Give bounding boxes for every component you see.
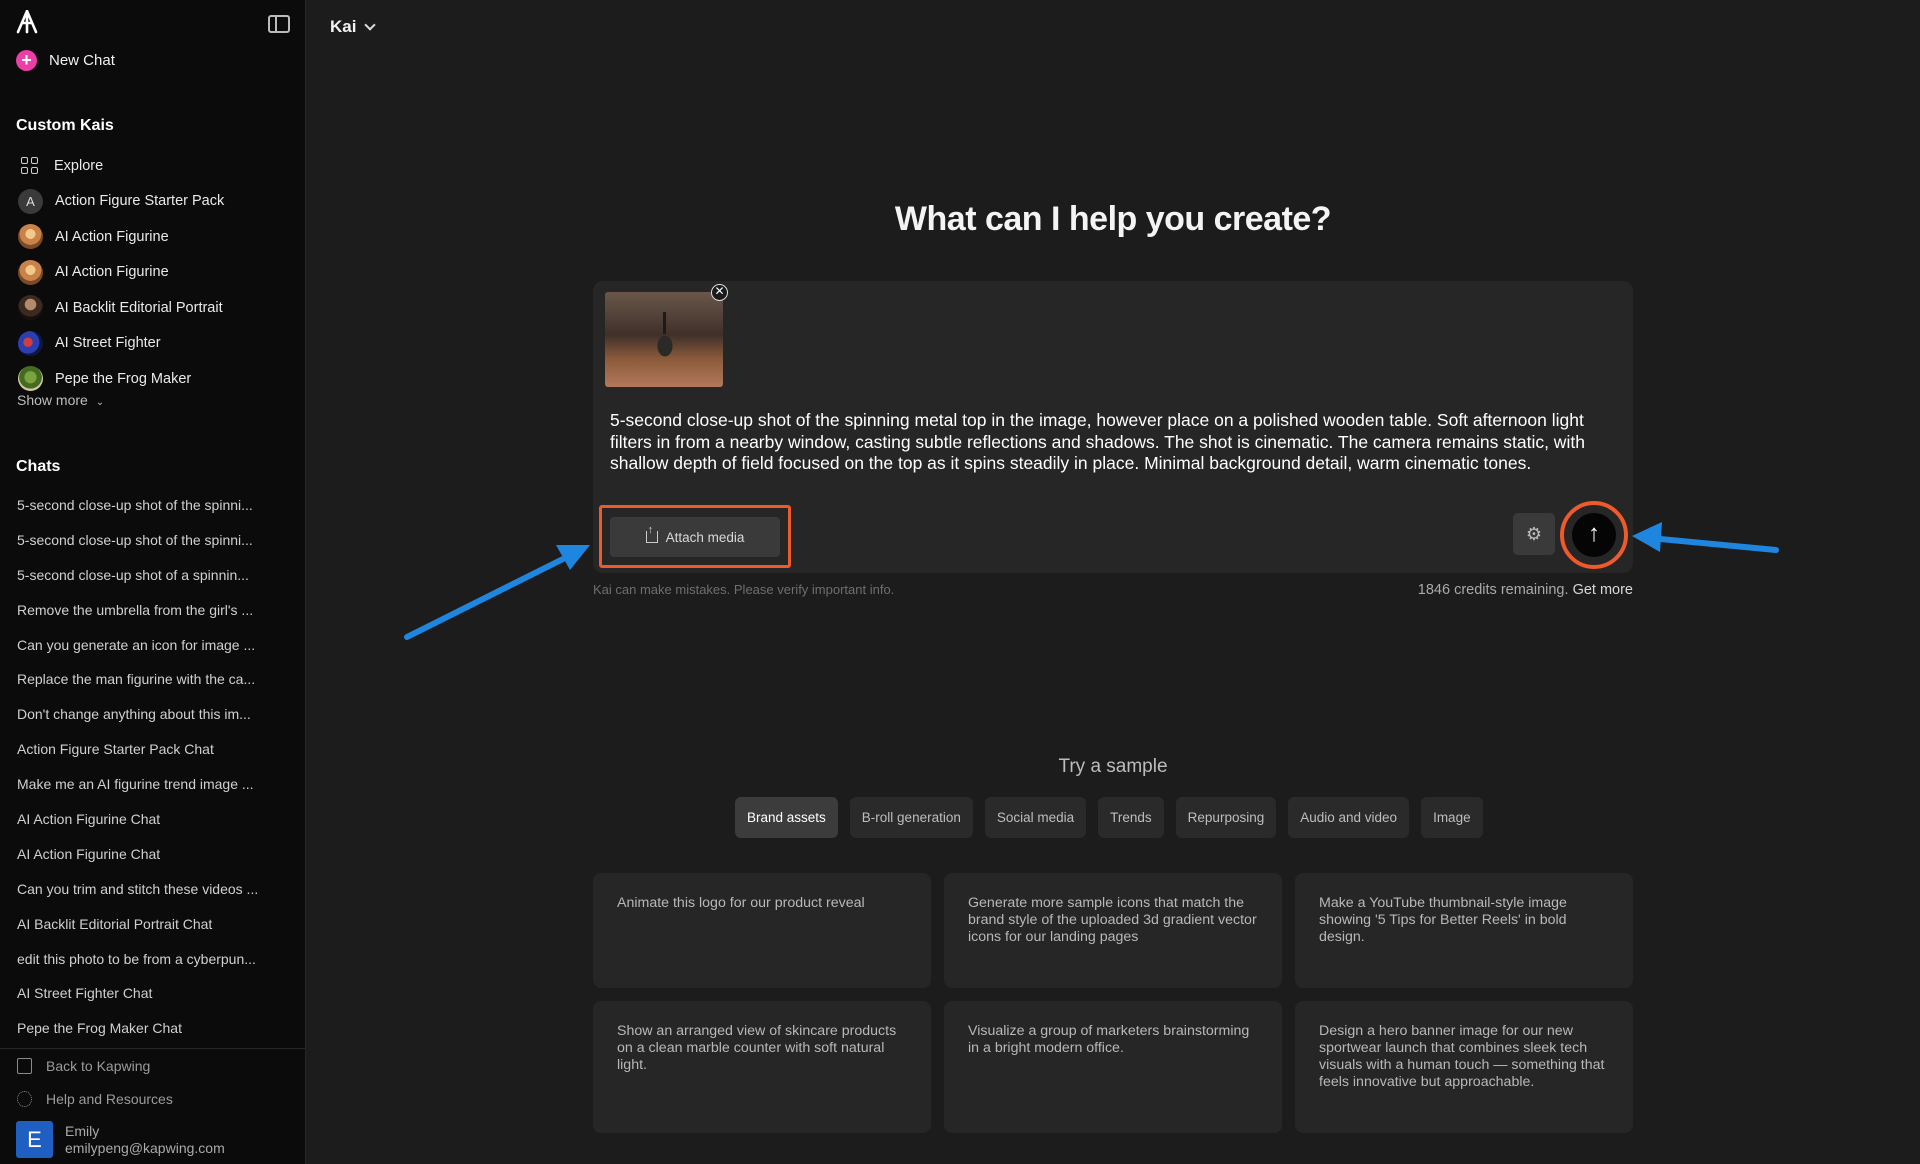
custom-kais-title: Custom Kais	[16, 117, 114, 134]
chat-item[interactable]: AI Backlit Editorial Portrait Chat	[17, 907, 297, 942]
sliders-settings-icon[interactable]: ⚙	[1513, 513, 1555, 555]
sidebar-item-label: AI Street Fighter	[55, 335, 161, 352]
user-email: emilypeng@kapwing.com	[65, 1139, 225, 1156]
user-name: Emily	[65, 1122, 100, 1139]
try-sample-title: Try a sample	[1058, 756, 1168, 777]
new-chat-button[interactable]: + New Chat	[16, 50, 115, 71]
disclaimer-text: Kai can make mistakes. Please verify imp…	[593, 582, 895, 597]
sidebar: + New Chat Custom Kais Explore A Action …	[0, 0, 306, 1164]
kai-model-select[interactable]: Kai	[330, 17, 377, 37]
sidebar-item-label: AI Action Figurine	[55, 228, 169, 245]
chevron-down-icon	[364, 18, 377, 31]
back-to-kapwing-label: Back to Kapwing	[46, 1058, 151, 1074]
chat-item[interactable]: Replace the man figurine with the ca...	[17, 662, 297, 697]
chat-item[interactable]: Make me an AI figurine trend image ...	[17, 767, 297, 802]
sidebar-item-label: AI Backlit Editorial Portrait	[55, 299, 223, 316]
sample-card[interactable]: Show an arranged view of skincare produc…	[593, 1001, 931, 1133]
tab-repurposing[interactable]: Repurposing	[1175, 797, 1277, 838]
upload-icon	[645, 524, 658, 543]
sample-card[interactable]: Design a hero banner image for our new s…	[1295, 1001, 1633, 1133]
chat-item[interactable]: Pepe the Frog Maker Chat	[17, 1011, 297, 1046]
kai-select-label: Kai	[330, 17, 357, 36]
sidebar-item-label: AI Action Figurine	[55, 264, 169, 281]
chat-item[interactable]: Don't change anything about this im...	[17, 697, 297, 732]
get-more-link[interactable]: Get more	[1573, 582, 1633, 598]
sidebar-item-kai[interactable]: AI Street Fighter	[18, 326, 298, 362]
sidebar-item-explore[interactable]: Explore	[18, 148, 298, 184]
tab-b-roll-generation[interactable]: B-roll generation	[849, 797, 973, 838]
chat-item[interactable]: 5-second close-up shot of a spinnin...	[17, 558, 297, 593]
sidebar-item-kai[interactable]: AI Backlit Editorial Portrait	[18, 290, 298, 326]
attach-media-label: Attach media	[665, 529, 745, 545]
attached-image-thumbnail[interactable]	[605, 292, 723, 387]
sidebar-item-label: Explore	[54, 157, 104, 174]
custom-kais-list: Explore A Action Figure Starter Pack AI …	[18, 148, 298, 397]
remove-attachment-close-icon[interactable]: ✕	[711, 284, 728, 301]
credits-status: 1846 credits remaining. Get more	[1200, 582, 1633, 598]
prompt-input[interactable]: 5-second close-up shot of the spinning m…	[610, 410, 1610, 475]
arrow-to-send-icon	[1632, 522, 1779, 553]
chat-item[interactable]: Action Figure Starter Pack Chat	[17, 732, 297, 767]
help-resources-label: Help and Resources	[46, 1091, 173, 1107]
arrow-to-attach-icon	[404, 545, 590, 640]
show-more-label: Show more	[17, 392, 88, 408]
chevron-down-icon: ⌄	[95, 397, 105, 408]
chat-item[interactable]: AI Action Figurine Chat	[17, 837, 297, 872]
chat-item[interactable]: 5-second close-up shot of the spinni...	[17, 523, 297, 558]
sample-cards: Animate this logo for our product reveal…	[593, 873, 1633, 1133]
sidebar-toggle-icon[interactable]	[268, 15, 290, 33]
tab-image[interactable]: Image	[1421, 797, 1483, 838]
sidebar-item-kai[interactable]: A Action Figure Starter Pack	[18, 184, 298, 220]
chats-title: Chats	[16, 458, 61, 475]
chat-item[interactable]: AI Action Figurine Chat	[17, 802, 297, 837]
kapwing-logo-icon[interactable]	[16, 10, 38, 34]
chat-item[interactable]: Can you generate an icon for image ...	[17, 628, 297, 663]
tab-audio-and-video[interactable]: Audio and video	[1288, 797, 1410, 838]
chat-item[interactable]: edit this photo to be from a cyberpun...	[17, 942, 297, 977]
kai-avatar	[18, 295, 43, 321]
kai-avatar: A	[18, 188, 43, 214]
kai-avatar	[18, 259, 43, 285]
sidebar-item-kai[interactable]: AI Action Figurine	[18, 255, 298, 291]
credits-remaining: 1846 credits remaining.	[1417, 582, 1569, 598]
sample-card[interactable]: Make a YouTube thumbnail-style image sho…	[1295, 873, 1633, 988]
user-info: Emily emilypeng@kapwing.com	[65, 1123, 225, 1157]
help-resources-link[interactable]: Help and Resources	[17, 1091, 173, 1107]
building-icon	[17, 1058, 32, 1074]
chat-item[interactable]: 5-second close-up shot of the spinni...	[17, 488, 297, 523]
sidebar-item-label: Action Figure Starter Pack	[55, 193, 225, 210]
chat-item[interactable]: Remove the umbrella from the girl's ...	[17, 593, 297, 628]
chat-list: 5-second close-up shot of the spinni... …	[17, 488, 297, 1046]
page-title: What can I help you create?	[894, 200, 1332, 238]
plus-icon: +	[16, 50, 37, 71]
sidebar-item-label: Pepe the Frog Maker	[55, 370, 192, 387]
help-icon	[17, 1091, 32, 1107]
spinning-top-shape	[652, 328, 678, 358]
new-chat-label: New Chat	[49, 52, 115, 69]
kai-avatar	[18, 224, 43, 250]
send-arrow-up-icon[interactable]: ↑	[1572, 513, 1616, 557]
sample-card[interactable]: Generate more sample icons that match th…	[944, 873, 1282, 988]
kai-avatar	[18, 330, 43, 356]
attach-media-button[interactable]: Attach media	[610, 517, 780, 557]
sample-card[interactable]: Visualize a group of marketers brainstor…	[944, 1001, 1282, 1133]
chat-item[interactable]: AI Street Fighter Chat	[17, 976, 297, 1011]
show-more-button[interactable]: Show more ⌄	[17, 392, 104, 408]
sample-tabs: Brand assets B-roll generation Social me…	[735, 797, 1483, 838]
tab-brand-assets[interactable]: Brand assets	[735, 797, 838, 838]
user-profile[interactable]: E Emily emilypeng@kapwing.com	[16, 1121, 225, 1158]
avatar: E	[16, 1121, 53, 1158]
tab-trends[interactable]: Trends	[1098, 797, 1164, 838]
sidebar-item-kai[interactable]: AI Action Figurine	[18, 219, 298, 255]
prompt-composer: ✕ 5-second close-up shot of the spinning…	[593, 281, 1633, 573]
kai-avatar	[18, 366, 43, 392]
back-to-kapwing-link[interactable]: Back to Kapwing	[17, 1058, 150, 1074]
grid-icon	[21, 157, 38, 175]
sample-card[interactable]: Animate this logo for our product reveal	[593, 873, 931, 988]
tab-social-media[interactable]: Social media	[984, 797, 1087, 838]
chat-item[interactable]: Can you trim and stitch these videos ...	[17, 872, 297, 907]
